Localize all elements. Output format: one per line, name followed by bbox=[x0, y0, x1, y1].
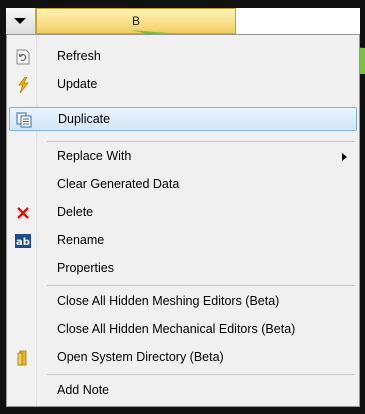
delete-x-icon bbox=[15, 205, 31, 221]
menu-item-properties[interactable]: Properties bbox=[9, 257, 357, 281]
duplicate-icon bbox=[16, 112, 32, 128]
menu-item-label: Replace With bbox=[57, 149, 132, 163]
menu-item-label: Delete bbox=[57, 205, 94, 219]
menu-item-label: Add Note bbox=[57, 383, 110, 397]
menu-item-close-mechanical-editors[interactable]: Close All Hidden Mechanical Editors (Bet… bbox=[9, 318, 357, 342]
menu-item-label: Close All Hidden Meshing Editors (Beta) bbox=[57, 294, 280, 308]
system-header: B bbox=[6, 8, 360, 34]
menu-item-replace-with[interactable]: Replace With bbox=[9, 145, 357, 169]
menu-item-rename[interactable]: ab Rename bbox=[9, 229, 357, 253]
menu-item-label: Refresh bbox=[57, 49, 101, 63]
menu-item-label: Close All Hidden Mechanical Editors (Bet… bbox=[57, 322, 296, 336]
menu-item-refresh[interactable]: Refresh bbox=[9, 45, 357, 69]
column-b-header[interactable]: B bbox=[36, 8, 236, 34]
menu-item-label: Clear Generated Data bbox=[57, 177, 180, 191]
menu-item-clear-generated-data[interactable]: Clear Generated Data bbox=[9, 173, 357, 197]
menu-item-label: Properties bbox=[57, 261, 114, 275]
menu-item-delete[interactable]: Delete bbox=[9, 201, 357, 225]
menu-item-add-note[interactable]: Add Note bbox=[9, 379, 357, 403]
menu-separator bbox=[47, 285, 355, 286]
menu-item-close-meshing-editors[interactable]: Close All Hidden Meshing Editors (Beta) bbox=[9, 290, 357, 314]
menu-item-label: Duplicate bbox=[58, 112, 111, 126]
menu-item-label: Open System Directory (Beta) bbox=[57, 350, 224, 364]
submenu-arrow-icon bbox=[342, 153, 347, 161]
svg-text:ab: ab bbox=[16, 237, 30, 248]
menu-item-duplicate[interactable]: Duplicate bbox=[9, 107, 357, 131]
folder-icon bbox=[15, 350, 31, 366]
menu-item-update[interactable]: Update bbox=[9, 73, 357, 97]
dropdown-arrow-button[interactable] bbox=[6, 8, 36, 34]
menu-separator bbox=[47, 374, 355, 375]
rename-icon: ab bbox=[15, 233, 31, 249]
menu-item-label: Update bbox=[57, 77, 98, 91]
context-menu: Refresh Update Duplicate Replace With Cl… bbox=[6, 34, 360, 407]
menu-separator bbox=[47, 141, 355, 142]
lightning-icon bbox=[15, 77, 31, 93]
menu-item-open-system-directory[interactable]: Open System Directory (Beta) bbox=[9, 346, 357, 370]
menu-item-label: Rename bbox=[57, 233, 105, 247]
refresh-icon bbox=[15, 49, 31, 65]
